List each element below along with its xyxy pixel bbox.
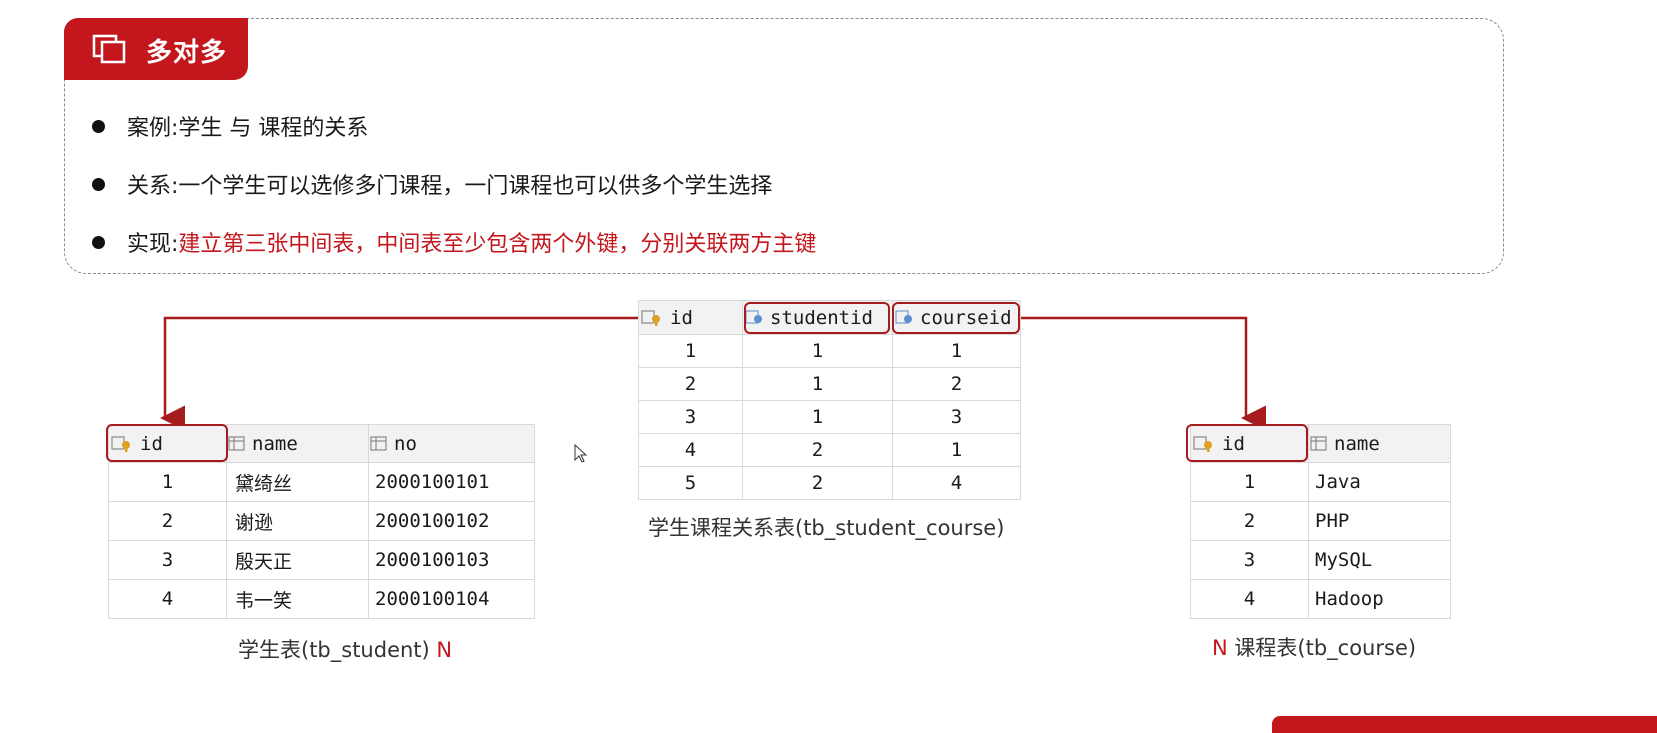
table-row: 313 xyxy=(638,400,1021,434)
cardinality-label: N xyxy=(1212,636,1228,660)
student-course-table-caption: 学生课程关系表(tb_student_course) xyxy=(648,516,1005,540)
table-row: 421 xyxy=(638,433,1021,467)
studentid-fk-highlight xyxy=(744,302,890,334)
table-row: 2 谢逊 2000100102 xyxy=(108,501,535,541)
column-icon xyxy=(370,436,387,451)
table-row: 2 PHP xyxy=(1190,501,1451,541)
table-row: 524 xyxy=(638,466,1021,500)
table-row: 212 xyxy=(638,367,1021,401)
student-table-caption: 学生表(tb_student) N xyxy=(238,638,453,662)
course-table-caption: N 课程表(tb_course) xyxy=(1212,636,1417,660)
table-row: 3 MySQL xyxy=(1190,540,1451,580)
footer-strip xyxy=(1272,716,1657,733)
mouse-cursor-icon xyxy=(574,444,588,463)
table-row: 3 殷天正 2000100103 xyxy=(108,540,535,580)
column-header-name: name xyxy=(226,424,369,463)
column-header-id: id xyxy=(638,300,743,335)
column-icon xyxy=(1310,436,1327,451)
column-header-no: no xyxy=(368,424,535,463)
course-fk-connector xyxy=(1020,316,1266,431)
table-row: 1 Java xyxy=(1190,462,1451,502)
table-row: 4 韦一笑 2000100104 xyxy=(108,579,535,619)
table-row: 4 Hadoop xyxy=(1190,579,1451,619)
table-row: 1 黛绮丝 2000100101 xyxy=(108,462,535,502)
cardinality-label: N xyxy=(436,638,453,662)
key-column-icon xyxy=(641,310,660,326)
course-pk-highlight xyxy=(1186,424,1308,462)
courseid-fk-highlight xyxy=(892,302,1020,334)
column-icon xyxy=(228,436,245,451)
column-header-name: name xyxy=(1308,424,1451,463)
student-pk-highlight xyxy=(106,424,228,462)
table-row: 111 xyxy=(638,334,1021,368)
